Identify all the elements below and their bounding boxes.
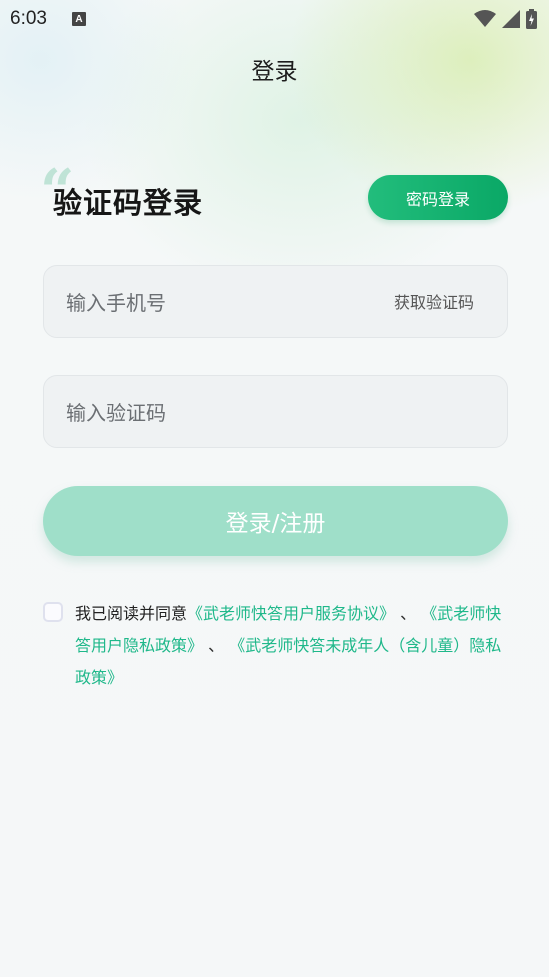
login-register-button[interactable]: 登录/注册 <box>43 486 508 556</box>
status-icons <box>474 9 537 29</box>
phone-input[interactable] <box>66 266 366 339</box>
agreement-checkbox[interactable] <box>43 602 63 622</box>
status-time: 6:03 <box>10 8 47 29</box>
separator: 、 <box>203 636 230 655</box>
phone-field: 获取验证码 <box>43 265 508 339</box>
agreement-prefix: 我已阅读并同意 <box>75 604 188 623</box>
login-heading: 验证码登录 <box>53 186 204 220</box>
agreement-text: 我已阅读并同意《武老师快答用户服务协议》 、 《武老师快答用户隐私政策》 、 《… <box>75 598 515 694</box>
battery-icon <box>526 9 537 29</box>
signal-icon <box>502 10 520 28</box>
separator: 、 <box>395 604 422 623</box>
status-bar: 6:03 A <box>0 0 549 38</box>
get-code-button[interactable]: 获取验证码 <box>394 266 474 339</box>
wifi-icon <box>474 10 496 27</box>
page-title: 登录 <box>251 59 298 85</box>
notification-a-icon: A <box>72 12 86 26</box>
service-agreement-link[interactable]: 《武老师快答用户服务协议》 <box>187 604 395 623</box>
code-field <box>43 375 508 449</box>
code-input[interactable] <box>66 376 366 449</box>
password-login-button[interactable]: 密码登录 <box>368 175 508 220</box>
